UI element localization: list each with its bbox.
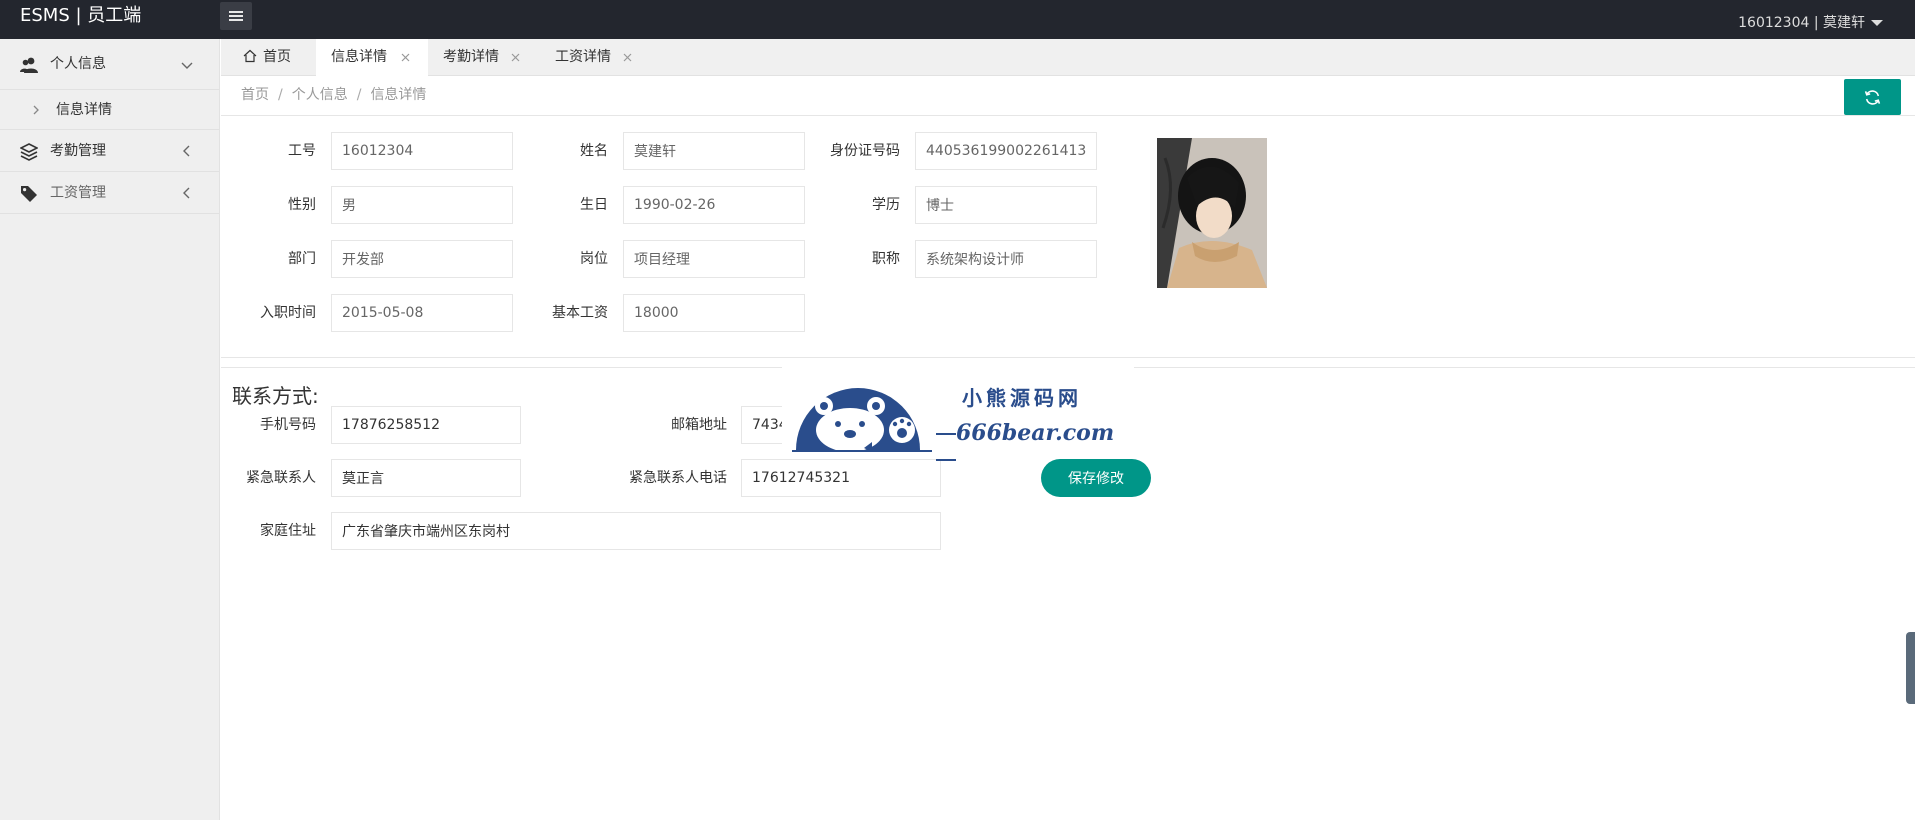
chevron-left-icon bbox=[183, 187, 190, 199]
refresh-icon bbox=[1864, 90, 1881, 105]
breadcrumb: 首页 / 个人信息 / 信息详情 bbox=[241, 87, 427, 103]
watermark-url-text: 666bear.com bbox=[956, 420, 1115, 446]
menu-toggle-button[interactable] bbox=[220, 2, 252, 30]
watermark: 小熊源码网 666bear.com bbox=[782, 360, 1134, 461]
tab-label: 信息详情 bbox=[331, 49, 387, 65]
breadcrumb-item: 信息详情 bbox=[370, 87, 427, 103]
birthday-label: 生日 bbox=[580, 197, 608, 213]
tab-home[interactable]: 首页 bbox=[241, 39, 311, 76]
position-label: 岗位 bbox=[580, 251, 608, 267]
tab-info-detail[interactable]: 信息详情 bbox=[316, 39, 428, 76]
sidebar-item-label: 工资管理 bbox=[50, 185, 106, 201]
department-field[interactable] bbox=[331, 240, 513, 278]
sidebar-item-attendance[interactable]: 考勤管理 bbox=[0, 130, 219, 172]
emergency-contact-label: 紧急联系人 bbox=[246, 470, 316, 486]
position-field[interactable] bbox=[623, 240, 805, 278]
tab-label: 考勤详情 bbox=[443, 49, 499, 65]
address-field[interactable] bbox=[331, 512, 941, 550]
phone-field[interactable] bbox=[331, 406, 521, 444]
hire-date-label: 入职时间 bbox=[260, 305, 316, 321]
sidebar-item-label: 个人信息 bbox=[50, 56, 106, 72]
tab-salary-detail[interactable]: 工资详情 bbox=[555, 39, 655, 76]
email-label: 邮箱地址 bbox=[671, 417, 727, 433]
section-divider bbox=[221, 357, 1915, 358]
department-label: 部门 bbox=[288, 251, 316, 267]
breadcrumb-item[interactable]: 个人信息 bbox=[292, 87, 348, 103]
close-icon[interactable] bbox=[401, 53, 410, 62]
sidebar-subitem-label: 信息详情 bbox=[56, 102, 112, 118]
id-card-field[interactable] bbox=[915, 132, 1097, 170]
sidebar-item-salary[interactable]: 工资管理 bbox=[0, 172, 219, 214]
phone-label: 手机号码 bbox=[260, 417, 316, 433]
top-header: ESMS | 员工端 16012304 | 莫建轩 bbox=[0, 0, 1915, 39]
close-icon[interactable] bbox=[511, 53, 520, 62]
chevron-left-icon bbox=[183, 145, 190, 157]
breadcrumb-item[interactable]: 首页 bbox=[241, 87, 269, 103]
education-label: 学历 bbox=[872, 197, 900, 213]
tab-label: 首页 bbox=[263, 49, 291, 65]
birthday-field[interactable] bbox=[623, 186, 805, 224]
gender-field[interactable] bbox=[331, 186, 513, 224]
home-icon bbox=[243, 49, 257, 63]
gender-label: 性别 bbox=[288, 197, 316, 213]
users-icon bbox=[20, 57, 38, 73]
title-label: 职称 bbox=[872, 251, 900, 267]
avatar-image bbox=[1157, 138, 1267, 288]
sidebar: 个人信息 信息详情 考勤管理 工资管理 bbox=[0, 39, 220, 820]
tags-icon bbox=[21, 186, 37, 202]
salary-field[interactable] bbox=[623, 294, 805, 332]
address-label: 家庭住址 bbox=[260, 523, 316, 539]
emergency-contact-field[interactable] bbox=[331, 459, 521, 497]
education-field[interactable] bbox=[915, 186, 1097, 224]
emp-no-field[interactable] bbox=[331, 132, 513, 170]
refresh-button[interactable] bbox=[1844, 79, 1901, 115]
emergency-phone-field[interactable] bbox=[741, 459, 941, 497]
sidebar-item-label: 考勤管理 bbox=[50, 143, 106, 159]
watermark-title: 小熊源码网 bbox=[962, 386, 1082, 410]
side-drawer-handle[interactable] bbox=[1906, 632, 1915, 704]
chevron-down-icon bbox=[181, 62, 193, 69]
breadcrumb-bar: 首页 / 个人信息 / 信息详情 bbox=[221, 76, 1915, 116]
sidebar-subitem-info-detail[interactable]: 信息详情 bbox=[0, 90, 219, 130]
tab-bar: 首页 信息详情 考勤详情 工资详情 bbox=[221, 39, 1915, 76]
bear-logo-icon bbox=[792, 388, 932, 452]
layers-icon bbox=[20, 143, 38, 161]
caret-down-icon bbox=[1871, 20, 1883, 26]
name-field[interactable] bbox=[623, 132, 805, 170]
tab-attendance-detail[interactable]: 考勤详情 bbox=[443, 39, 543, 76]
sidebar-item-personal-info[interactable]: 个人信息 bbox=[0, 39, 219, 90]
id-card-label: 身份证号码 bbox=[830, 143, 900, 159]
contact-section-title: 联系方式: bbox=[232, 384, 319, 408]
tab-label: 工资详情 bbox=[555, 49, 611, 65]
user-name: 16012304 | 莫建轩 bbox=[1738, 15, 1865, 31]
watermark-url: 666bear.com bbox=[936, 420, 1134, 472]
employee-photo bbox=[1157, 138, 1267, 288]
emergency-phone-label: 紧急联系人电话 bbox=[629, 470, 727, 486]
app-logo: ESMS | 员工端 bbox=[20, 5, 142, 26]
emp-no-label: 工号 bbox=[288, 143, 316, 159]
salary-label: 基本工资 bbox=[552, 305, 608, 321]
hire-date-field[interactable] bbox=[331, 294, 513, 332]
close-icon[interactable] bbox=[623, 53, 632, 62]
title-field[interactable] bbox=[915, 240, 1097, 278]
chevron-right-icon bbox=[33, 105, 39, 115]
name-label: 姓名 bbox=[580, 143, 608, 159]
